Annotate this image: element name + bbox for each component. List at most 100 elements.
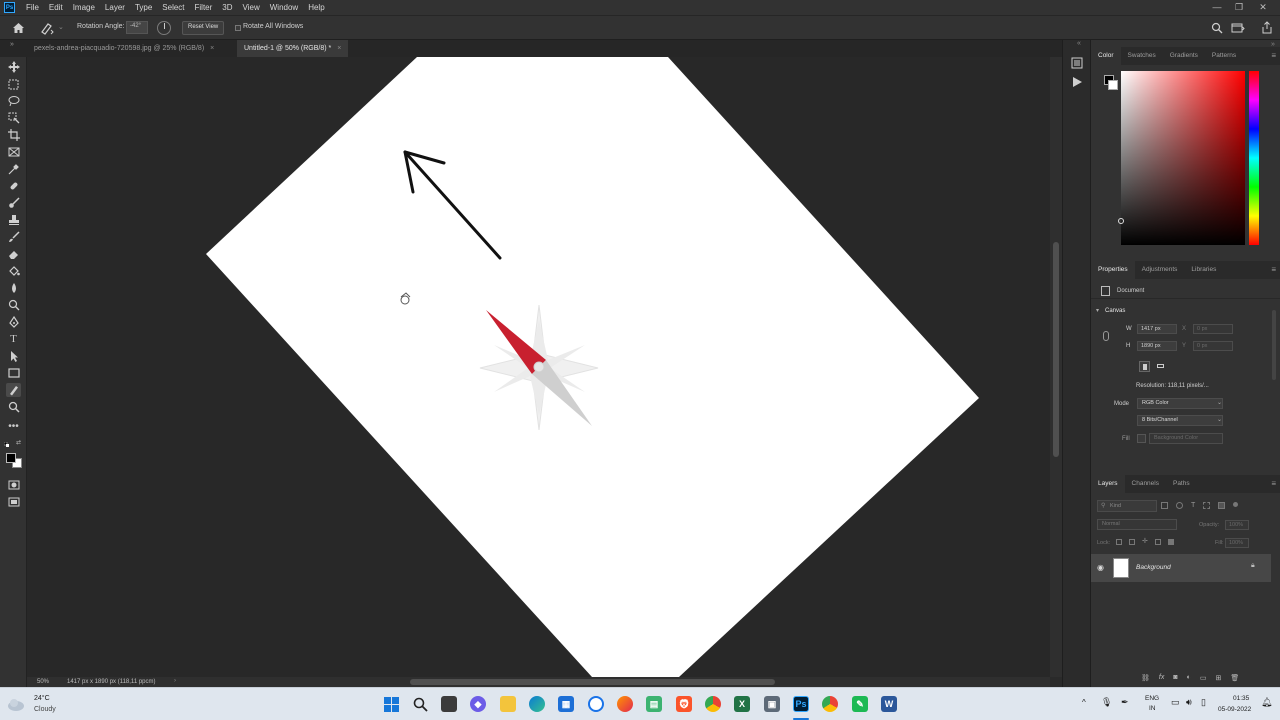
marquee-tool-icon[interactable] bbox=[6, 77, 21, 91]
rotate-view-tool-icon[interactable] bbox=[39, 21, 55, 35]
blur-tool-icon[interactable] bbox=[6, 281, 21, 295]
language-bottom[interactable]: IN bbox=[1149, 705, 1156, 712]
quick-mask-icon[interactable] bbox=[6, 478, 21, 492]
word-icon[interactable]: W bbox=[881, 696, 897, 712]
minimize-button[interactable]: — bbox=[1206, 0, 1228, 15]
menu-filter[interactable]: Filter bbox=[190, 0, 218, 15]
language-top[interactable]: ENG bbox=[1145, 695, 1159, 702]
clock-time[interactable]: 01:35 bbox=[1233, 695, 1249, 702]
eye-icon[interactable]: ◉ bbox=[1097, 563, 1104, 572]
file-explorer-icon[interactable] bbox=[500, 696, 516, 712]
calculator-icon[interactable]: ▤ bbox=[646, 696, 662, 712]
layer-filter-kind[interactable]: ⚲ Kind bbox=[1097, 500, 1157, 512]
smart-object-filter-icon[interactable] bbox=[1218, 502, 1226, 509]
excel-icon[interactable]: X bbox=[734, 696, 750, 712]
link-layers-icon[interactable]: ⛓︎ bbox=[1141, 674, 1150, 684]
trash-icon[interactable]: 🗑︎ bbox=[1230, 674, 1239, 684]
rotation-angle-input[interactable]: -42° bbox=[126, 21, 148, 34]
frame-tool-icon[interactable] bbox=[6, 145, 21, 159]
swap-colors-icon[interactable]: ⇄ bbox=[16, 439, 21, 446]
portrait-orientation-icon[interactable] bbox=[1139, 361, 1150, 372]
chat-icon[interactable]: ◆ bbox=[470, 696, 486, 712]
type-tool-icon[interactable]: T bbox=[6, 332, 21, 346]
tab-channels[interactable]: Channels bbox=[1125, 475, 1166, 493]
fx-icon[interactable]: fx bbox=[1159, 674, 1164, 684]
menu-image[interactable]: Image bbox=[68, 0, 100, 15]
eyedropper-tool-icon[interactable] bbox=[6, 162, 21, 176]
tab-untitled-1[interactable]: Untitled-1 @ 50% (RGB/8) * × bbox=[237, 40, 349, 57]
vertical-scrollbar[interactable] bbox=[1050, 57, 1062, 677]
horizontal-scroll-thumb[interactable] bbox=[410, 679, 775, 685]
color-field[interactable] bbox=[1118, 71, 1245, 245]
collapse-panels-icon[interactable]: « bbox=[1077, 40, 1081, 47]
home-icon[interactable] bbox=[12, 21, 25, 34]
cloud-icon[interactable] bbox=[6, 694, 26, 714]
rectangle-tool-icon[interactable] bbox=[6, 366, 21, 380]
restore-button[interactable]: ❐ bbox=[1228, 0, 1250, 15]
history-panel-icon[interactable] bbox=[1071, 57, 1083, 69]
chrome-remote-icon[interactable] bbox=[588, 696, 604, 712]
menu-edit[interactable]: Edit bbox=[44, 0, 68, 15]
chrome-icon[interactable] bbox=[705, 696, 721, 712]
lock-position-icon[interactable]: ✛ bbox=[1142, 538, 1148, 547]
notification-icon[interactable]: 🔔︎ bbox=[1261, 697, 1272, 708]
pixel-filter-icon[interactable] bbox=[1161, 502, 1168, 509]
properties-scrollbar[interactable] bbox=[1272, 310, 1276, 380]
reset-view-button[interactable]: Reset View bbox=[182, 21, 225, 35]
layer-name[interactable]: Background bbox=[1136, 564, 1171, 571]
document-canvas[interactable] bbox=[27, 57, 1050, 677]
lock-all-icon[interactable] bbox=[1167, 539, 1174, 545]
tab-layers[interactable]: Layers bbox=[1091, 475, 1125, 493]
history-brush-tool-icon[interactable] bbox=[6, 230, 21, 244]
menu-layer[interactable]: Layer bbox=[100, 0, 130, 15]
type-filter-icon[interactable]: T bbox=[1191, 502, 1195, 512]
pen-icon[interactable]: ✒︎ bbox=[1121, 697, 1129, 708]
height-input[interactable]: 1890 px bbox=[1137, 341, 1177, 351]
add-mask-icon[interactable]: ◙ bbox=[1173, 674, 1177, 684]
horizontal-scrollbar[interactable] bbox=[190, 677, 1050, 687]
tab-gradients[interactable]: Gradients bbox=[1163, 47, 1205, 65]
adjustment-layer-icon[interactable]: ◐ bbox=[1187, 674, 1191, 684]
rotate-all-windows-checkbox[interactable] bbox=[235, 25, 241, 31]
chevron-down-icon[interactable]: ⌄ bbox=[58, 23, 64, 31]
close-icon[interactable]: × bbox=[337, 45, 341, 52]
close-window-button[interactable]: ✕ bbox=[1252, 0, 1274, 15]
chevron-down-icon[interactable]: ⌄ bbox=[1217, 399, 1222, 406]
photoshop-icon[interactable]: Ps bbox=[793, 696, 809, 712]
tab-patterns[interactable]: Patterns bbox=[1205, 47, 1243, 65]
weather-desc[interactable]: Cloudy bbox=[34, 706, 56, 713]
play-actions-icon[interactable] bbox=[1071, 76, 1083, 88]
new-group-icon[interactable]: ▭ bbox=[1200, 674, 1207, 684]
move-tool-icon[interactable] bbox=[6, 60, 21, 74]
crop-tool-icon[interactable] bbox=[6, 128, 21, 142]
screen-mode-icon[interactable] bbox=[6, 495, 21, 509]
chevron-down-icon[interactable]: ▾ bbox=[1096, 307, 1099, 314]
task-view-icon[interactable] bbox=[441, 696, 457, 712]
microphone-icon[interactable]: 🎙︎ bbox=[1101, 697, 1112, 708]
healing-brush-tool-icon[interactable] bbox=[6, 179, 21, 193]
tab-color[interactable]: Color bbox=[1091, 47, 1121, 65]
width-input[interactable]: 1417 px bbox=[1137, 324, 1177, 334]
weather-temp[interactable]: 24°C bbox=[34, 695, 50, 702]
tab-properties[interactable]: Properties bbox=[1091, 261, 1135, 279]
search-icon[interactable] bbox=[412, 696, 428, 712]
volume-icon[interactable]: 🔊︎ bbox=[1186, 697, 1192, 708]
filter-toggle-icon[interactable] bbox=[1233, 502, 1239, 507]
menu-select[interactable]: Select bbox=[157, 0, 189, 15]
zoom-tool-icon[interactable] bbox=[6, 400, 21, 414]
default-colors-icon[interactable] bbox=[3, 440, 9, 447]
panel-menu-icon[interactable]: ≡ bbox=[1271, 265, 1276, 274]
menu-window[interactable]: Window bbox=[265, 0, 303, 15]
new-layer-icon[interactable]: ⊞ bbox=[1215, 674, 1221, 684]
pen-tool-icon[interactable] bbox=[6, 315, 21, 329]
lock-artboard-icon[interactable] bbox=[1154, 539, 1161, 545]
panel-menu-icon[interactable]: ≡ bbox=[1271, 479, 1276, 488]
tab-swatches[interactable]: Swatches bbox=[1121, 47, 1163, 65]
dodge-tool-icon[interactable] bbox=[6, 298, 21, 312]
chevron-up-icon[interactable]: ^ bbox=[1082, 698, 1086, 707]
tab-libraries[interactable]: Libraries bbox=[1184, 261, 1223, 279]
lasso-tool-icon[interactable] bbox=[6, 94, 21, 108]
share-icon[interactable] bbox=[1261, 21, 1273, 34]
collapse-toolbar-icon[interactable]: » bbox=[10, 41, 14, 48]
tab-pexels-image[interactable]: pexels-andrea-piacquadio-720598.jpg @ 25… bbox=[27, 40, 221, 57]
